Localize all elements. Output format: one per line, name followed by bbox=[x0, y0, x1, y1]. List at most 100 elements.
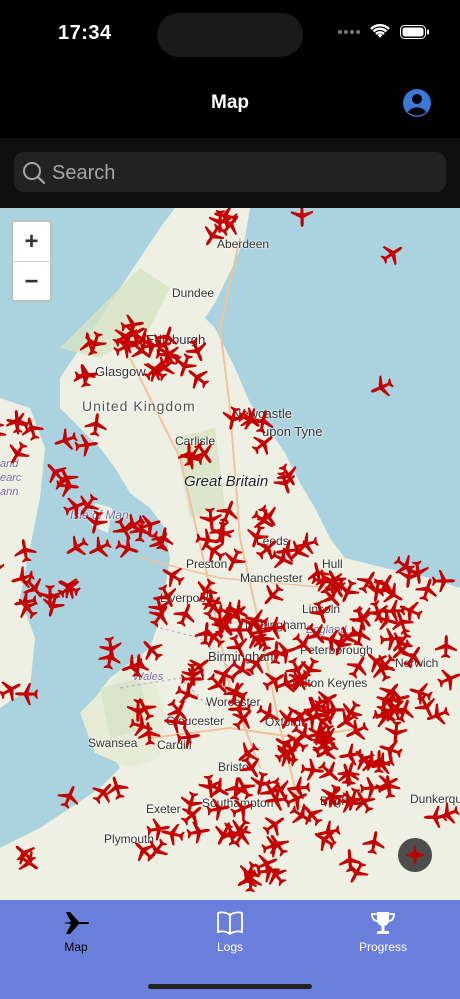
aircraft-layer bbox=[0, 208, 460, 900]
status-time: 17:34 bbox=[58, 22, 112, 44]
aircraft-marker-icon[interactable] bbox=[388, 629, 414, 655]
profile-icon[interactable] bbox=[402, 88, 432, 118]
aircraft-marker-icon[interactable] bbox=[172, 352, 198, 378]
aircraft-marker-icon[interactable] bbox=[376, 774, 402, 800]
search-input[interactable] bbox=[50, 152, 434, 194]
tab-label: Map bbox=[64, 940, 88, 954]
map-view[interactable]: Aberdeen Dundee Edinburgh Glasgow United… bbox=[0, 208, 460, 900]
wifi-icon bbox=[370, 24, 390, 38]
aircraft-marker-icon[interactable] bbox=[302, 695, 328, 721]
aircraft-marker-icon[interactable] bbox=[312, 827, 338, 853]
aircraft-marker-icon[interactable] bbox=[379, 698, 405, 724]
nav-bar: Map bbox=[0, 70, 460, 138]
aircraft-marker-icon[interactable] bbox=[237, 406, 263, 432]
aircraft-marker-icon[interactable] bbox=[290, 631, 316, 657]
aircraft-marker-icon[interactable] bbox=[294, 531, 320, 557]
aircraft-marker-icon[interactable] bbox=[369, 374, 395, 400]
tab-label: Progress bbox=[358, 940, 408, 954]
tab-map[interactable]: Map bbox=[16, 908, 136, 954]
aircraft-marker-icon[interactable] bbox=[56, 784, 82, 810]
aircraft-marker-icon[interactable] bbox=[175, 724, 201, 750]
aircraft-marker-icon[interactable] bbox=[197, 773, 223, 799]
search-area bbox=[0, 138, 460, 208]
home-indicator bbox=[148, 984, 312, 989]
trophy-icon bbox=[371, 912, 395, 934]
battery-icon bbox=[400, 25, 429, 39]
zoom-out-button[interactable]: − bbox=[13, 262, 50, 301]
aircraft-marker-icon[interactable] bbox=[82, 330, 108, 356]
aircraft-marker-icon[interactable] bbox=[289, 208, 315, 228]
aircraft-marker-icon[interactable] bbox=[255, 503, 281, 529]
aircraft-marker-icon[interactable] bbox=[230, 706, 256, 732]
aircraft-marker-icon[interactable] bbox=[73, 362, 99, 388]
aircraft-marker-icon[interactable] bbox=[104, 775, 130, 801]
locate-icon[interactable] bbox=[398, 838, 432, 872]
search-icon bbox=[23, 162, 46, 185]
aircraft-marker-icon[interactable] bbox=[5, 440, 31, 466]
aircraft-marker-icon[interactable] bbox=[260, 582, 286, 608]
aircraft-marker-icon[interactable] bbox=[172, 602, 198, 628]
aircraft-marker-icon[interactable] bbox=[351, 747, 377, 773]
aircraft-marker-icon[interactable] bbox=[0, 557, 7, 583]
aircraft-marker-icon[interactable] bbox=[213, 208, 239, 229]
aircraft-marker-icon[interactable] bbox=[97, 645, 123, 671]
search-bar[interactable] bbox=[14, 152, 446, 194]
aircraft-marker-icon[interactable] bbox=[5, 410, 31, 436]
aircraft-marker-icon[interactable] bbox=[43, 460, 69, 486]
aircraft-marker-icon[interactable] bbox=[144, 837, 170, 863]
aircraft-marker-icon[interactable] bbox=[269, 546, 295, 572]
page-title: Map bbox=[211, 92, 249, 113]
aircraft-marker-icon[interactable] bbox=[211, 821, 237, 847]
aircraft-marker-icon[interactable] bbox=[119, 312, 145, 338]
tab-progress[interactable]: Progress bbox=[323, 908, 443, 954]
signal-icon bbox=[338, 30, 360, 34]
aircraft-marker-icon[interactable] bbox=[247, 619, 273, 645]
aircraft-marker-icon[interactable] bbox=[361, 830, 387, 856]
aircraft-marker-icon[interactable] bbox=[344, 859, 370, 885]
aircraft-marker-icon[interactable] bbox=[261, 668, 287, 694]
aircraft-marker-icon[interactable] bbox=[310, 732, 336, 758]
aircraft-marker-icon[interactable] bbox=[83, 509, 109, 535]
aircraft-marker-icon[interactable] bbox=[0, 677, 23, 703]
aircraft-marker-icon[interactable] bbox=[351, 789, 377, 815]
aircraft-marker-icon[interactable] bbox=[128, 337, 154, 363]
aircraft-marker-icon[interactable] bbox=[73, 432, 99, 458]
aircraft-marker-icon[interactable] bbox=[12, 538, 38, 564]
tab-label: Logs bbox=[216, 940, 244, 954]
aircraft-marker-icon[interactable] bbox=[286, 667, 312, 693]
aircraft-marker-icon[interactable] bbox=[194, 527, 220, 553]
aircraft-marker-icon[interactable] bbox=[12, 841, 38, 867]
aircraft-marker-icon[interactable] bbox=[334, 708, 360, 734]
aircraft-marker-icon[interactable] bbox=[136, 721, 162, 747]
aircraft-marker-icon[interactable] bbox=[180, 661, 206, 687]
aircraft-marker-icon[interactable] bbox=[436, 666, 460, 692]
aircraft-marker-icon[interactable] bbox=[335, 624, 361, 650]
aircraft-marker-icon[interactable] bbox=[425, 702, 451, 728]
status-icons bbox=[338, 24, 430, 40]
aircraft-marker-icon[interactable] bbox=[13, 589, 39, 615]
aircraft-marker-icon[interactable] bbox=[260, 833, 286, 859]
aircraft-marker-icon[interactable] bbox=[147, 529, 173, 555]
zoom-in-button[interactable]: + bbox=[13, 222, 50, 262]
aircraft-marker-icon[interactable] bbox=[299, 757, 325, 783]
aircraft-marker-icon[interactable] bbox=[114, 535, 140, 561]
aircraft-marker-icon[interactable] bbox=[160, 563, 186, 589]
aircraft-marker-icon[interactable] bbox=[191, 440, 217, 466]
aircraft-marker-icon[interactable] bbox=[264, 787, 290, 813]
aircraft-marker-icon[interactable] bbox=[433, 634, 459, 660]
book-icon bbox=[217, 911, 243, 936]
aircraft-marker-icon[interactable] bbox=[396, 563, 422, 589]
aircraft-marker-icon[interactable] bbox=[272, 469, 298, 495]
aircraft-marker-icon[interactable] bbox=[250, 431, 276, 457]
aircraft-marker-icon[interactable] bbox=[125, 653, 151, 679]
dynamic-island bbox=[157, 13, 303, 57]
aircraft-marker-icon[interactable] bbox=[423, 804, 449, 830]
aircraft-marker-icon[interactable] bbox=[322, 568, 348, 594]
aircraft-marker-icon[interactable] bbox=[379, 241, 405, 267]
zoom-control: + − bbox=[11, 220, 52, 302]
aircraft-marker-icon[interactable] bbox=[56, 575, 82, 601]
aircraft-marker-icon[interactable] bbox=[132, 696, 158, 722]
aircraft-marker-icon[interactable] bbox=[87, 535, 113, 561]
airplane-icon bbox=[63, 912, 90, 934]
tab-logs[interactable]: Logs bbox=[170, 908, 290, 954]
